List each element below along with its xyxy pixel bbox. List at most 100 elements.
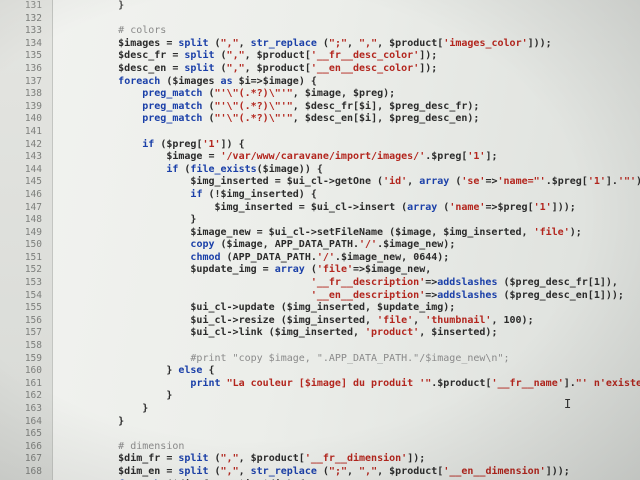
line-number: 152: [24, 264, 42, 276]
line-number: 157: [24, 327, 42, 339]
code-line[interactable]: 131 }: [0, 0, 640, 13]
code-text: $ui_cl->link ($img_inserted, 'product', …: [70, 327, 498, 339]
code-text: $dim_fr = split (",", $product['__fr__di…: [70, 453, 426, 465]
code-line[interactable]: 162 }: [0, 390, 640, 403]
code-line[interactable]: 154 '__en__description'=>addslashes ($pr…: [0, 290, 640, 303]
code-line[interactable]: 149 $image_new = $ui_cl->setFileName ($i…: [0, 227, 640, 240]
code-text: }: [70, 0, 125, 11]
text-cursor-icon: I: [564, 397, 572, 411]
code-text: preg_match ("'\"(.*?)\"'", $desc_en[$i],…: [142, 113, 480, 125]
code-text: $images = split (",", str_replace (";", …: [70, 37, 552, 49]
code-line[interactable]: 138 preg_match ("'\"(.*?)\"'", $image, $…: [0, 88, 640, 101]
code-line[interactable]: 160 } else {: [0, 365, 640, 378]
code-text: '__fr__description'=>addslashes ($preg_d…: [310, 277, 618, 289]
line-number: 150: [24, 239, 42, 251]
code-line[interactable]: 165: [0, 428, 640, 441]
code-text: $update_img = array ('file'=>$image_new,: [70, 264, 432, 276]
line-number: 135: [24, 50, 42, 62]
line-number: 140: [24, 113, 42, 125]
code-text: }: [70, 403, 149, 414]
code-line[interactable]: 156 $ui_cl->resize ($img_inserted, 'file…: [0, 315, 640, 328]
code-text: $desc_fr = split (",", $product['__fr__d…: [70, 50, 438, 62]
line-number: 133: [24, 25, 42, 37]
line-number: 166: [24, 440, 42, 452]
line-number: 151: [24, 251, 42, 263]
code-text: $image_new = $ui_cl->setFileName ($image…: [70, 226, 582, 238]
code-line[interactable]: 168 $dim_en = split (",", str_replace ("…: [0, 466, 640, 479]
code-line[interactable]: 134 $images = split (",", str_replace ("…: [0, 38, 640, 51]
line-number: 139: [24, 100, 42, 112]
code-line[interactable]: 139 preg_match ("'\"(.*?)\"'", $desc_fr[…: [0, 101, 640, 114]
code-line[interactable]: 167 $dim_fr = split (",", $product['__fr…: [0, 453, 640, 466]
code-line[interactable]: 147 $img_inserted = $ui_cl->insert (arra…: [0, 202, 640, 215]
code-line[interactable]: 152 $update_img = array ('file'=>$image_…: [0, 264, 640, 277]
code-line[interactable]: 146 if (!$img_inserted) {: [0, 189, 640, 202]
code-line[interactable]: 140 preg_match ("'\"(.*?)\"'", $desc_en[…: [0, 113, 640, 126]
code-line[interactable]: 137 foreach ($images as $i=>$image) {: [0, 76, 640, 89]
code-line[interactable]: 157 $ui_cl->link ($img_inserted, 'produc…: [0, 327, 640, 340]
line-number: 142: [24, 138, 42, 150]
line-number: 141: [24, 125, 42, 137]
code-text: $img_inserted = $ui_cl->getOne ('id', ar…: [70, 176, 640, 188]
line-number: 146: [24, 188, 42, 200]
code-text: preg_match ("'\"(.*?)\"'", $desc_fr[$i],…: [142, 100, 480, 112]
line-number: 131: [24, 0, 42, 11]
code-line[interactable]: 161 print "La couleur [$image] du produi…: [0, 378, 640, 391]
code-text: if (!$img_inserted) {: [190, 188, 317, 200]
line-number: 154: [24, 289, 42, 301]
line-number: 143: [24, 151, 42, 163]
code-text: }: [70, 214, 197, 226]
line-number: 132: [24, 12, 42, 24]
line-number: 155: [24, 302, 42, 314]
line-number: 137: [24, 75, 42, 87]
code-text: if ($preg['1']) {: [142, 138, 245, 150]
code-text: print "La couleur [$image] du produit '"…: [190, 377, 640, 389]
line-number: 165: [24, 428, 42, 440]
code-line[interactable]: 132: [0, 13, 640, 26]
code-editor[interactable]: 131 } 132 133 # colors 134 $images = split …: [0, 0, 640, 480]
code-text: if (file_exists($image)) {: [166, 163, 323, 175]
code-line[interactable]: 159 #print "copy $image, ".APP_DATA_PATH…: [0, 353, 640, 366]
line-number: 164: [24, 415, 42, 427]
code-area[interactable]: 131 } 132 133 # colors 134 $images = split …: [0, 0, 640, 480]
code-line[interactable]: 151 chmod (APP_DATA_PATH.'/'.$image_new,…: [0, 252, 640, 265]
code-text: }: [70, 415, 125, 427]
code-line[interactable]: 142 if ($preg['1']) {: [0, 139, 640, 152]
line-number: 147: [24, 201, 42, 213]
code-line[interactable]: 166 # dimension: [0, 441, 640, 454]
line-number: 153: [24, 277, 42, 289]
code-text: # dimension: [70, 440, 185, 452]
code-line[interactable]: 133 # colors: [0, 25, 640, 38]
code-text: $desc_en = split (",", $product['__en__d…: [70, 62, 438, 74]
line-number: 134: [24, 37, 42, 49]
code-line[interactable]: 148 }: [0, 214, 640, 227]
code-text: preg_match ("'\"(.*?)\"'", $image, $preg…: [142, 88, 396, 100]
code-line[interactable]: 150 copy ($image, APP_DATA_PATH.'/'.$ima…: [0, 239, 640, 252]
line-number: 162: [24, 390, 42, 402]
line-number: 160: [24, 365, 42, 377]
code-line[interactable]: 155 $ui_cl->update ($img_inserted, $upda…: [0, 302, 640, 315]
code-line[interactable]: 158: [0, 340, 640, 353]
code-line[interactable]: 164 }: [0, 416, 640, 429]
code-text: foreach ($images as $i=>$image) {: [118, 75, 317, 87]
code-text: } else {: [70, 365, 215, 377]
line-number: 156: [24, 314, 42, 326]
code-line[interactable]: 153 '__fr__description'=>addslashes ($pr…: [0, 277, 640, 290]
code-text: $image = '/var/www/caravane/import/image…: [70, 151, 498, 163]
code-line[interactable]: 135 $desc_fr = split (",", $product['__f…: [0, 50, 640, 63]
line-number: 138: [24, 88, 42, 100]
code-text: #print "copy $image, ".APP_DATA_PATH."/$…: [70, 352, 510, 364]
line-number: 167: [24, 453, 42, 465]
code-line[interactable]: 163 }: [0, 403, 640, 416]
line-number: 161: [24, 377, 42, 389]
code-text: $ui_cl->resize ($img_inserted, 'file', '…: [70, 314, 534, 326]
code-line[interactable]: 141: [0, 126, 640, 139]
code-line[interactable]: 136 $desc_en = split (",", $product['__e…: [0, 63, 640, 76]
line-number: 136: [24, 62, 42, 74]
line-number: 158: [24, 340, 42, 352]
code-line[interactable]: 143 $image = '/var/www/caravane/import/i…: [0, 151, 640, 164]
code-text: '__en__description'=>addslashes ($preg_d…: [310, 289, 624, 301]
code-line[interactable]: 144 if (file_exists($image)) {: [0, 164, 640, 177]
code-line[interactable]: 145 $img_inserted = $ui_cl->getOne ('id'…: [0, 176, 640, 189]
code-text: $img_inserted = $ui_cl->insert (array ('…: [70, 201, 576, 213]
